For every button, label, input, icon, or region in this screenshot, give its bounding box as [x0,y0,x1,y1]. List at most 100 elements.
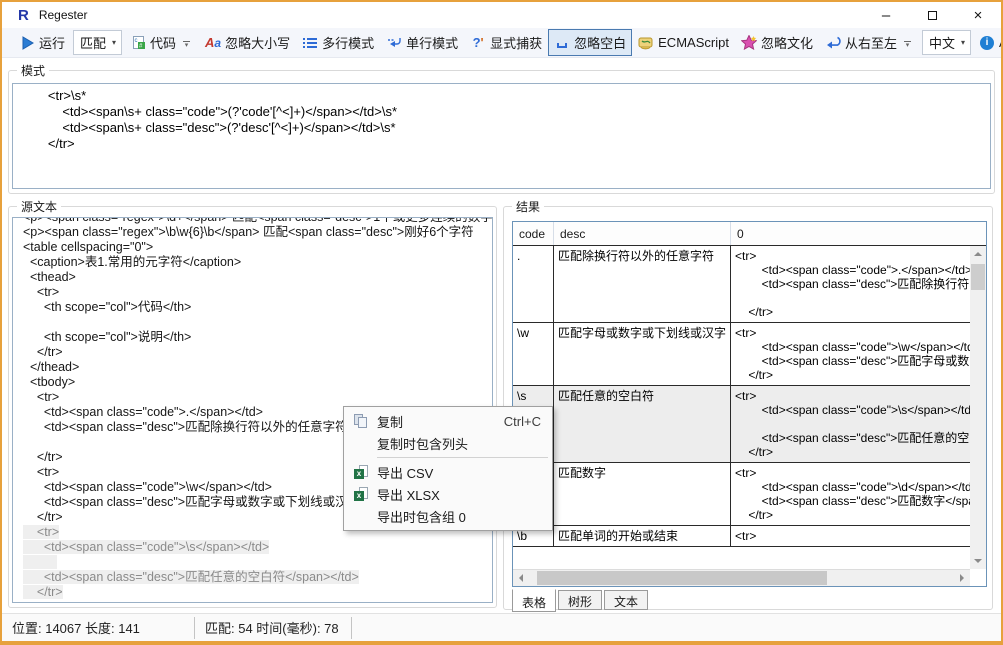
minimize-button[interactable]: – [863,2,909,28]
copy-icon [353,413,369,429]
pattern-text: <tr>\s* <td><span\s+ class="code">(?'cod… [13,84,990,156]
cell-desc: 匹配数字 [554,463,731,525]
ecmascript-icon [638,35,654,51]
copy-with-headers-menu-item-label: 复制时包含列头 [377,434,541,453]
source-line: <tbody> [23,375,492,390]
source-line: <td><span class="desc">匹配任意的空白符</span></… [23,570,492,585]
export-csv-menu-item[interactable]: x 导出 CSV [345,461,551,483]
source-line: </tr> [23,345,492,360]
toolbar-overflow-button[interactable]: ▾ [183,41,190,48]
statusbar: 位置: 14067 长度: 141匹配: 54 时间(毫秒): 78 [2,613,1001,641]
cell-group0: <tr> [731,526,970,546]
rtl-toggle[interactable]: 从右至左 [819,29,903,56]
ignore-case-toggle[interactable]: Aa忽略大小写 [199,29,296,56]
cell-desc: 匹配字母或数字或下划线或汉字 [554,323,731,385]
column-header-code[interactable]: code [513,222,554,245]
explicit-capture-icon: ?' [470,35,486,51]
results-table: code desc 0 .匹配除换行符以外的任意字符<tr> <td><span… [512,221,987,587]
cell-group0: <tr> <td><span class="code">\w</span></t… [731,323,970,385]
ignore-case-toggle-label: 忽略大小写 [225,33,290,52]
code-button-label: 代码 [150,33,176,52]
maximize-button[interactable] [909,2,955,28]
source-line: <caption>表1.常用的元字符</caption> [23,255,492,270]
run-button[interactable]: 运行 [13,29,71,56]
export-xlsx-menu-item[interactable]: x导出 XLSX [345,483,551,505]
run-button-label: 运行 [39,33,65,52]
language-dropdown-label: 中文 [929,33,955,52]
table-row[interactable]: \w匹配字母或数字或下划线或汉字<tr> <td><span class="co… [513,323,970,386]
source-line: <p><span class="regex">\b\w{6}\b</span> … [23,225,492,240]
column-header-group0[interactable]: 0 [731,222,986,245]
tab-树形[interactable]: 树形 [558,590,602,610]
csv-icon: x [353,464,369,480]
code-button[interactable]: #c代码 [124,29,182,56]
scroll-right-button[interactable] [954,570,970,586]
source-line: <p><span class="regex">\d+</span> 匹配<spa… [23,217,492,225]
about-button[interactable]: iAbout [973,31,1003,55]
statusbar-section-1: 匹配: 54 时间(毫秒): 78 [195,618,351,637]
horizontal-scrollbar[interactable] [513,569,970,586]
cell-group0: <tr> <td><span class="code">\s</span></t… [731,386,970,462]
column-header-desc[interactable]: desc [554,222,731,245]
copy-menu-item-label: 复制 [377,412,504,431]
export-csv-menu-item-label: 导出 CSV [377,463,541,482]
maximize-icon [928,11,937,20]
table-row[interactable]: \d匹配数字<tr> <td><span class="code">\d</sp… [513,463,970,526]
results-table-header: code desc 0 [513,222,986,246]
statusbar-section-0: 位置: 14067 长度: 141 [2,618,194,637]
cell-desc: 匹配任意的空白符 [554,386,731,462]
cell-desc: 匹配单词的开始或结束 [554,526,731,546]
pattern-input[interactable]: <tr>\s* <td><span\s+ class="code">(?'cod… [12,83,991,189]
source-line [23,555,492,570]
table-row[interactable]: \s匹配任意的空白符<tr> <td><span class="code">\s… [513,386,970,463]
source-line: <th scope="col">代码</th> [23,300,492,315]
ecmascript-toggle-label: ECMAScript [658,35,729,50]
pattern-group-label: 模式 [17,62,49,79]
explicit-capture-toggle[interactable]: ?'显式捕获 [464,29,548,56]
close-button[interactable]: × [955,2,1001,28]
multiline-icon [302,35,318,51]
source-line: <table cellspacing="0"> [23,240,492,255]
table-row[interactable]: \b匹配单词的开始或结束<tr> [513,526,970,547]
source-line: </tr> [23,585,492,600]
cell-code: \w [513,323,554,385]
language-dropdown[interactable]: 中文▾ [922,30,971,55]
cell-group0: <tr> <td><span class="code">.</span></td… [731,246,970,322]
scroll-down-button[interactable] [970,553,986,569]
titlebar: R Regester – × [2,2,1001,28]
export-xlsx-menu-item-label: 导出 XLSX [377,485,541,504]
statusbar-separator [351,617,352,639]
cell-desc: 匹配除换行符以外的任意字符 [554,246,731,322]
results-group: 结果 code desc 0 .匹配除换行符以外的任意字符<tr> <td><s… [503,206,993,610]
ecmascript-toggle[interactable]: ECMAScript [632,31,735,55]
multiline-toggle[interactable]: 多行模式 [296,29,380,56]
context-menu: 复制Ctrl+C 复制时包含列头 x 导出 CSVx导出 XLSX 导出时包含组 0 [343,406,553,531]
table-row[interactable]: .匹配除换行符以外的任意字符<tr> <td><span class="code… [513,246,970,323]
copy-menu-item[interactable]: 复制Ctrl+C [345,410,551,432]
toolbar-overflow-button[interactable]: ▾ [904,41,911,48]
ignore-whitespace-toggle-label: 忽略空白 [574,33,626,52]
source-line [23,315,492,330]
about-icon: i [979,35,995,51]
export-with-group0-menu-item-label: 导出时包含组 0 [377,507,541,526]
scroll-up-button[interactable] [970,246,986,262]
vertical-scrollbar[interactable] [970,246,986,569]
ignore-whitespace-toggle[interactable]: 忽略空白 [548,29,632,56]
app-icon: R [18,8,29,23]
match-mode-dropdown-label: 匹配 [80,33,106,52]
horizontal-scroll-thumb[interactable] [537,571,827,585]
match-mode-dropdown[interactable]: 匹配▾ [73,30,122,55]
tab-文本[interactable]: 文本 [604,590,648,610]
source-group-label: 源文本 [17,198,61,215]
ignore-culture-toggle[interactable]: 忽略文化 [735,29,819,56]
export-with-group0-menu-item[interactable]: 导出时包含组 0 [345,505,551,527]
tab-表格[interactable]: 表格 [512,589,556,612]
ignore-whitespace-icon [554,35,570,51]
scroll-left-button[interactable] [513,570,529,586]
cell-code: . [513,246,554,322]
vertical-scroll-thumb[interactable] [971,264,985,290]
copy-with-headers-menu-item[interactable]: 复制时包含列头 [345,432,551,454]
ignore-culture-toggle-label: 忽略文化 [761,33,813,52]
results-group-label: 结果 [512,198,544,215]
singleline-toggle[interactable]: 单行模式 [380,29,464,56]
